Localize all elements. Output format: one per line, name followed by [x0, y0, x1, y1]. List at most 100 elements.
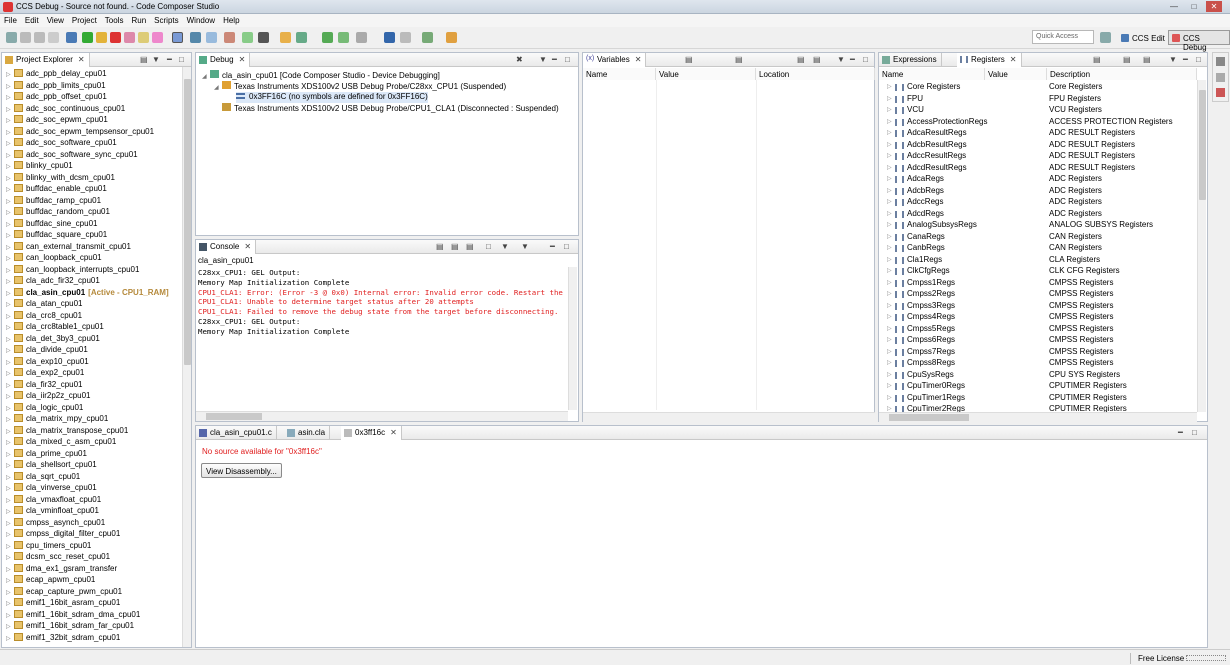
expand-icon[interactable]: ▷: [6, 405, 14, 412]
expand-icon[interactable]: ▷: [6, 623, 14, 630]
minimize-icon[interactable]: ━: [1183, 55, 1188, 64]
column-value[interactable]: Value: [985, 68, 1047, 80]
registers-vscroll[interactable]: [1197, 80, 1206, 412]
menu-edit[interactable]: Edit: [21, 14, 43, 25]
project-item[interactable]: ▷ buffdac_square_cpu01: [6, 230, 107, 241]
menu-help[interactable]: Help: [219, 14, 243, 25]
pin-console-icon[interactable]: □: [486, 242, 491, 251]
next-annotation-icon[interactable]: [446, 32, 457, 43]
expand-icon[interactable]: ▷: [6, 531, 14, 538]
project-item[interactable]: ▷ buffdac_enable_cpu01: [6, 184, 107, 195]
register-row[interactable]: ▷ Cmpss7Regs CMPSS Registers: [879, 347, 1197, 359]
word-wrap-icon[interactable]: ▤: [466, 242, 474, 251]
new-watch-icon[interactable]: ▤: [735, 55, 743, 64]
add-register-group-icon[interactable]: ▤: [1093, 55, 1101, 64]
register-row[interactable]: ▷ Cla1Regs CLA Registers: [879, 255, 1197, 267]
project-item[interactable]: ▷ cmpss_digital_filter_cpu01: [6, 529, 120, 540]
expand-icon[interactable]: ▷: [6, 577, 14, 584]
expand-icon[interactable]: ▷: [887, 371, 892, 378]
step-into-icon[interactable]: [124, 32, 135, 43]
maximize-icon[interactable]: □: [1192, 428, 1197, 437]
debug-session-row[interactable]: ◢ cla_asin_cpu01 [Code Composer Studio - …: [202, 70, 440, 81]
project-item[interactable]: ▷ emif1_32bit_sdram_cpu01: [6, 632, 120, 644]
remove-terminated-icon[interactable]: ✖: [516, 55, 523, 64]
menu-run[interactable]: Run: [127, 14, 150, 25]
expand-icon[interactable]: ▷: [6, 612, 14, 619]
project-item[interactable]: ▷ emif1_16bit_sdram_dma_cpu01: [6, 609, 140, 621]
view-menu-icon[interactable]: ▼: [1169, 55, 1177, 64]
refresh-icon[interactable]: [384, 32, 395, 43]
project-item[interactable]: ▷ cla_adc_fir32_cpu01: [6, 276, 100, 287]
memory-icon[interactable]: [258, 32, 269, 43]
maximize-icon[interactable]: □: [565, 55, 570, 64]
expand-icon[interactable]: ▷: [887, 95, 892, 102]
menu-tools[interactable]: Tools: [101, 14, 128, 25]
scrollbar-thumb[interactable]: [206, 413, 262, 420]
refresh-icon[interactable]: ▤: [1143, 55, 1151, 64]
expand-icon[interactable]: ◢: [214, 84, 222, 91]
expand-icon[interactable]: ▷: [887, 129, 892, 136]
expand-icon[interactable]: ▷: [6, 278, 14, 285]
view-menu-icon[interactable]: ▼: [539, 55, 547, 64]
minimize-icon[interactable]: ━: [850, 55, 855, 64]
project-item[interactable]: ▷ cla_vinverse_cpu01: [6, 483, 97, 494]
project-item[interactable]: ▷ cla_crc8_cpu01: [6, 310, 82, 322]
expand-icon[interactable]: ▷: [887, 256, 892, 263]
expand-icon[interactable]: ▷: [6, 209, 14, 216]
project-item[interactable]: ▷ cpu_timers_cpu01: [6, 540, 91, 552]
column-location[interactable]: Location: [756, 68, 875, 80]
clear-console-icon[interactable]: ▤: [436, 242, 444, 251]
build-icon[interactable]: [280, 32, 291, 43]
expand-icon[interactable]: ▷: [887, 244, 892, 251]
maximize-icon[interactable]: □: [863, 55, 868, 64]
register-row[interactable]: ▷ CpuTimer2Regs CPUTIMER Registers: [879, 404, 1197, 412]
tab-cla-asin-c[interactable]: cla_asin_cpu01.c: [196, 426, 277, 440]
expand-icon[interactable]: ▷: [6, 232, 14, 239]
expand-icon[interactable]: ▷: [887, 106, 892, 113]
open-console-icon[interactable]: ▼: [521, 242, 529, 251]
project-item[interactable]: ▷ cla_atan_cpu01: [6, 299, 83, 310]
expand-icon[interactable]: ▷: [887, 175, 892, 182]
expand-icon[interactable]: ▷: [6, 267, 14, 274]
expand-icon[interactable]: ▷: [6, 474, 14, 481]
new-icon[interactable]: [6, 32, 17, 43]
expand-icon[interactable]: ▷: [6, 600, 14, 607]
perspective-ccs-edit[interactable]: CCS Edit: [1117, 30, 1170, 45]
expand-icon[interactable]: ▷: [887, 325, 892, 332]
project-item[interactable]: ▷ adc_ppb_delay_cpu01: [6, 69, 107, 80]
debug-cla-row[interactable]: Texas Instruments XDS100v2 USB Debug Pro…: [222, 103, 559, 114]
project-item[interactable]: ▷ adc_ppb_offset_cpu01: [6, 92, 107, 103]
close-icon[interactable]: ✕: [78, 55, 85, 64]
tab-registers[interactable]: Registers ✕: [957, 53, 1022, 67]
register-row[interactable]: ▷ Cmpss8Regs CMPSS Registers: [879, 358, 1197, 370]
register-row[interactable]: ▷ AdcdResultRegs ADC RESULT Registers: [879, 163, 1197, 175]
project-item[interactable]: ▷ adc_soc_epwm_cpu01: [6, 115, 108, 126]
display-console-icon[interactable]: ▼: [501, 242, 509, 251]
project-item[interactable]: ▷ adc_soc_continuous_cpu01: [6, 103, 125, 115]
expand-icon[interactable]: ▷: [6, 163, 14, 170]
maximize-icon[interactable]: □: [564, 242, 569, 251]
expand-icon[interactable]: ▷: [6, 186, 14, 193]
scrollbar-thumb[interactable]: [889, 414, 969, 421]
expand-icon[interactable]: ▷: [887, 405, 892, 412]
external-tools-icon[interactable]: [338, 32, 349, 43]
project-item[interactable]: ▷ cla_fir32_cpu01: [6, 379, 82, 391]
register-row[interactable]: ▷ AdcdRegs ADC Registers: [879, 209, 1197, 221]
menu-project[interactable]: Project: [68, 14, 101, 25]
expand-icon[interactable]: ▷: [6, 313, 14, 320]
expand-icon[interactable]: ▷: [887, 233, 892, 240]
export-icon[interactable]: ▤: [813, 55, 821, 64]
export-icon[interactable]: ▤: [1123, 55, 1131, 64]
expand-icon[interactable]: ▷: [6, 485, 14, 492]
scrollbar-thumb[interactable]: [1199, 90, 1206, 200]
settings-icon[interactable]: [422, 32, 433, 43]
expand-icon[interactable]: ▷: [6, 301, 14, 308]
tab-variables[interactable]: (x) Variables ✕: [583, 53, 647, 67]
expand-icon[interactable]: ▷: [6, 198, 14, 205]
suspend-icon[interactable]: [96, 32, 107, 43]
print-icon[interactable]: [48, 32, 59, 43]
register-row[interactable]: ▷ CpuSysRegs CPU SYS Registers: [879, 370, 1197, 382]
expand-icon[interactable]: ▷: [6, 589, 14, 596]
terminate-icon[interactable]: [110, 32, 121, 43]
connect-icon[interactable]: [242, 32, 253, 43]
